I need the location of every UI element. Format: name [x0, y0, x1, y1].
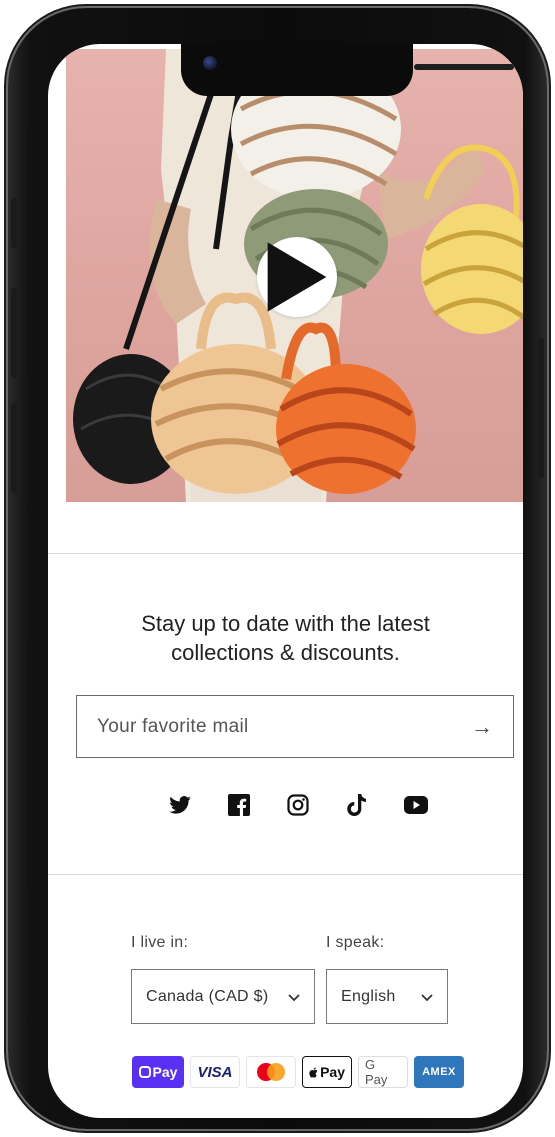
payment-icons: Pay VISA Pay G Pay AMEX: [132, 1056, 464, 1088]
section-divider: [48, 874, 523, 875]
instagram-icon[interactable]: [283, 790, 313, 820]
country-selector[interactable]: Canada (CAD $): [131, 969, 315, 1024]
mastercard-icon: [246, 1056, 296, 1088]
youtube-icon[interactable]: [401, 790, 431, 820]
google-pay-icon: G Pay: [358, 1056, 408, 1088]
twitter-icon[interactable]: [165, 790, 195, 820]
volume-down-button: [11, 403, 17, 493]
phone-screen: Stay up to date with the latest collecti…: [48, 44, 523, 1118]
social-links: [165, 790, 431, 820]
section-divider: [48, 553, 523, 554]
shop-pay-label: Pay: [152, 1064, 178, 1080]
language-value: English: [341, 987, 396, 1005]
google-pay-label: G Pay: [365, 1057, 388, 1087]
front-camera: [203, 56, 217, 70]
shop-pay-icon: Pay: [132, 1056, 184, 1088]
language-selector[interactable]: English: [326, 969, 448, 1024]
mute-switch: [11, 198, 17, 248]
apple-pay-icon: Pay: [302, 1056, 352, 1088]
play-button[interactable]: [257, 237, 337, 317]
tiktok-icon[interactable]: [342, 790, 372, 820]
language-label: I speak:: [326, 934, 385, 951]
notch: [181, 44, 514, 96]
chevron-down-icon: [288, 989, 300, 1005]
newsletter-heading: Stay up to date with the latest collecti…: [141, 611, 430, 665]
speaker-grille: [414, 64, 514, 70]
country-value: Canada (CAD $): [146, 987, 269, 1005]
phone-frame: Stay up to date with the latest collecti…: [8, 8, 547, 1129]
arrow-right-icon[interactable]: →: [471, 714, 493, 740]
volume-up-button: [11, 288, 17, 378]
visa-label: VISA: [197, 1063, 233, 1081]
country-label: I live in:: [131, 934, 189, 951]
newsletter-form: →: [76, 695, 514, 758]
facebook-icon[interactable]: [224, 790, 254, 820]
amex-label: AMEX: [422, 1066, 456, 1078]
email-input[interactable]: [97, 715, 437, 738]
apple-pay-label: Pay: [320, 1064, 345, 1080]
visa-icon: VISA: [190, 1056, 240, 1088]
amex-icon: AMEX: [414, 1056, 464, 1088]
power-button: [538, 338, 544, 478]
chevron-down-icon: [421, 989, 433, 1005]
play-icon: [267, 242, 327, 312]
video-thumbnail[interactable]: [66, 49, 523, 502]
